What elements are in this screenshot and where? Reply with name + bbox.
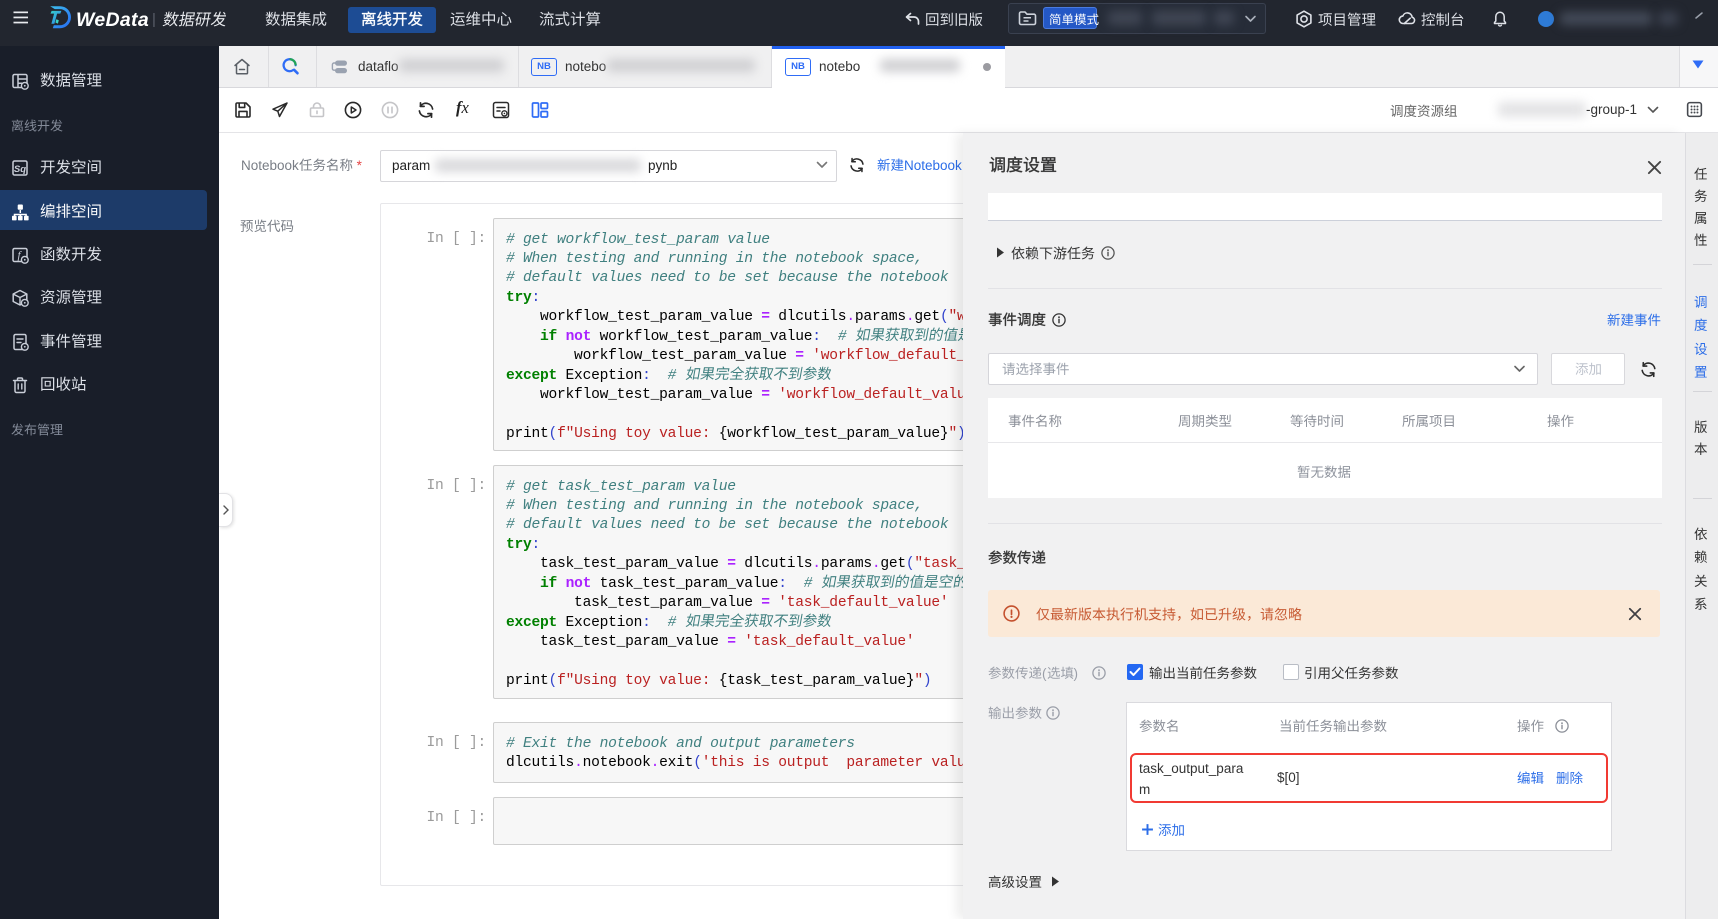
svg-text:Sq: Sq (14, 164, 26, 175)
